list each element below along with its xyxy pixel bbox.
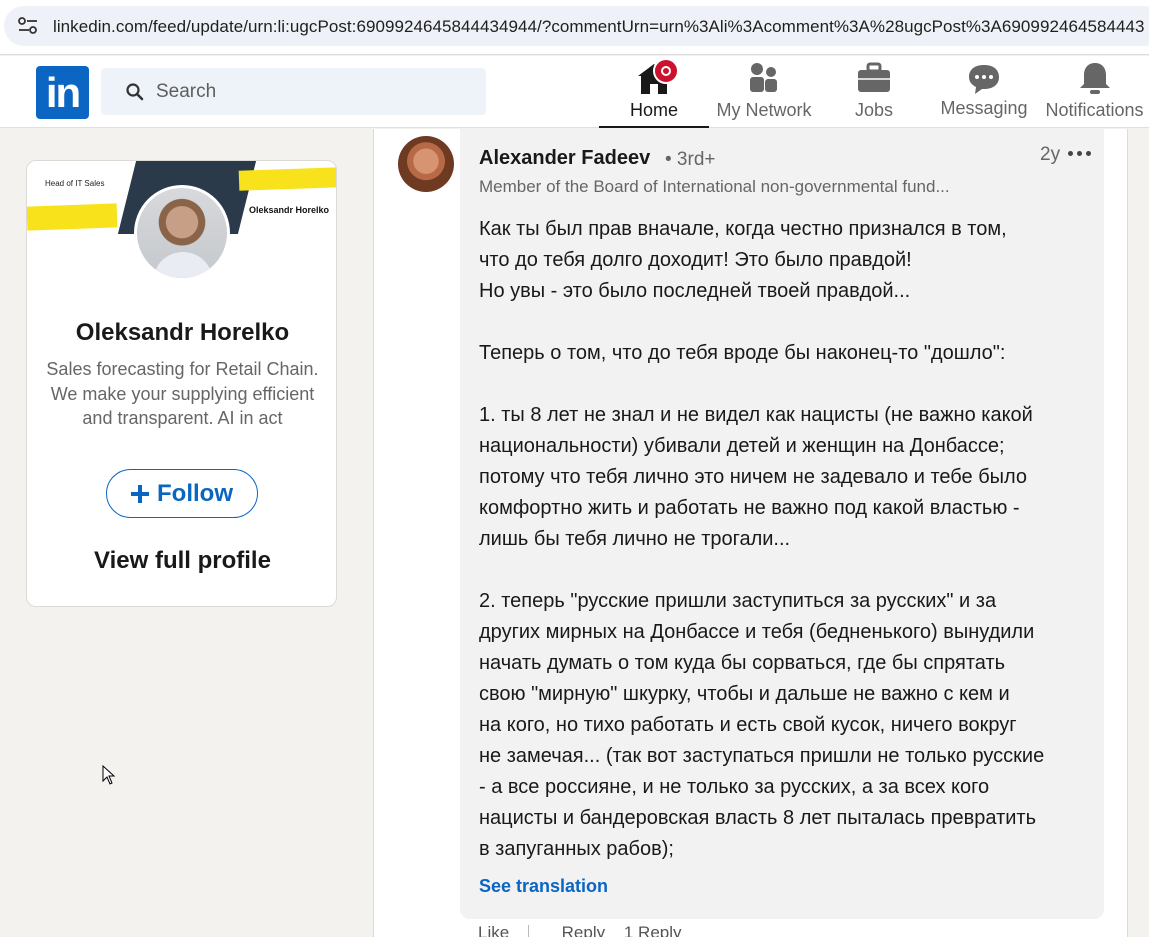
search-icon: [126, 83, 144, 101]
commenter-name[interactable]: Alexander Fadeev: [479, 147, 650, 170]
browser-toolbar: linkedin.com/feed/update/urn:li:ugcPost:…: [0, 0, 1149, 55]
nav-jobs[interactable]: Jobs: [830, 56, 918, 128]
profile-avatar[interactable]: [134, 185, 230, 281]
comment-bubble: Alexander Fadeev • 3rd+ 2y Member of the…: [460, 129, 1104, 919]
mouse-cursor-icon: [102, 765, 116, 785]
people-icon: [750, 63, 777, 92]
feed-column: Alexander Fadeev • 3rd+ 2y Member of the…: [373, 129, 1128, 937]
comment-time: 2y: [1040, 144, 1061, 165]
banner-name: Oleksandr Horelko: [249, 205, 330, 215]
nav-messaging-label: Messaging: [940, 98, 1028, 118]
nav-my-network-label: My Network: [716, 100, 812, 120]
nav-messaging[interactable]: Messaging: [935, 56, 1033, 128]
nav-jobs-label: Jobs: [854, 100, 894, 120]
replies-count[interactable]: 1 Reply: [624, 923, 682, 937]
search-input[interactable]: [156, 68, 476, 115]
see-translation-link[interactable]: See translation: [479, 876, 608, 897]
follow-button[interactable]: Follow: [106, 469, 258, 518]
linkedin-nav-bar: in Home My Network Jobs: [0, 56, 1149, 128]
banner-caption: Head of IT Sales: [45, 179, 105, 188]
profile-card: Head of IT Sales Oleksandr Horelko Oleks…: [26, 160, 337, 607]
comment-text: Как ты был прав вначале, когда честно пр…: [479, 218, 1045, 860]
nav-notifications[interactable]: Notifications: [1040, 56, 1149, 128]
nav-notifications-label: Notifications: [1045, 100, 1144, 120]
more-options-icon[interactable]: [1068, 151, 1092, 157]
profile-headline: Sales forecasting for Retail Chain. We m…: [46, 359, 319, 428]
plus-icon: [131, 484, 149, 503]
search-box[interactable]: [101, 68, 486, 115]
profile-name[interactable]: Oleksandr Horelko: [27, 319, 336, 347]
comment-actions: Like Reply 1 Reply: [478, 923, 696, 937]
follow-label: Follow: [157, 479, 233, 507]
connection-degree: • 3rd+: [665, 149, 716, 170]
commenter-headline: Member of the Board of International non…: [479, 177, 950, 196]
bell-icon: [1079, 63, 1110, 94]
reply-button[interactable]: Reply: [562, 923, 605, 937]
nav-home[interactable]: Home: [599, 56, 709, 128]
view-full-profile-link[interactable]: View full profile: [27, 547, 336, 575]
commenter-avatar[interactable]: [398, 136, 454, 192]
banner-stripe: [27, 203, 118, 231]
notification-badge-icon: [653, 58, 679, 84]
like-button[interactable]: Like: [478, 923, 509, 937]
nav-home-label: Home: [629, 100, 678, 120]
banner-stripe: [238, 167, 336, 191]
message-icon: [969, 65, 999, 94]
url-text[interactable]: linkedin.com/feed/update/urn:li:ugcPost:…: [53, 17, 1145, 37]
address-bar[interactable]: linkedin.com/feed/update/urn:li:ugcPost:…: [4, 6, 1149, 46]
action-divider: [527, 924, 529, 937]
briefcase-icon: [858, 62, 890, 92]
linkedin-logo[interactable]: in: [36, 66, 89, 119]
site-info-icon[interactable]: [18, 17, 38, 35]
nav-my-network[interactable]: My Network: [710, 56, 818, 128]
